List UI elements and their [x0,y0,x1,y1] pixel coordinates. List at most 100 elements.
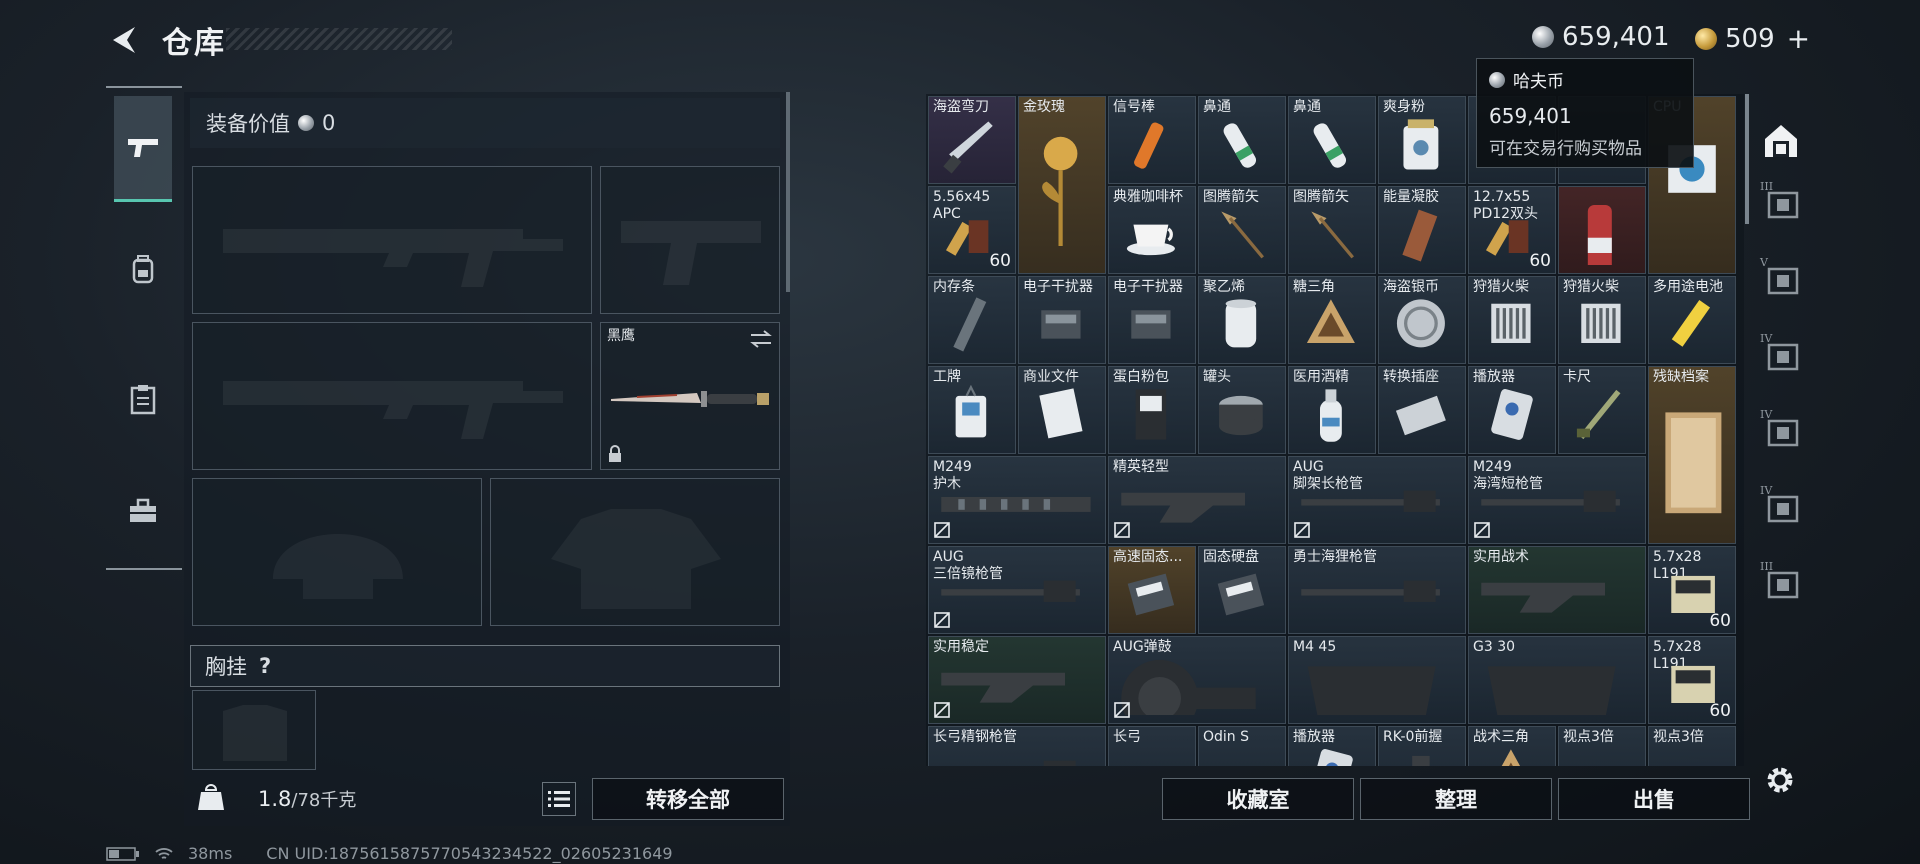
warehouse-item[interactable]: 长弓精钢枪管 [928,726,1106,766]
item-name: 长弓精钢枪管 [933,729,1017,745]
primary-weapon-slot[interactable] [192,166,592,314]
armor-slot[interactable] [490,478,780,626]
collection-room-button[interactable]: 收藏室 [1162,778,1354,820]
warehouse-item[interactable]: 转换插座 [1378,366,1466,454]
warehouse-item[interactable]: G3 30 [1468,636,1646,724]
item-name: 鼻通 [1293,99,1321,115]
arrow-icon [1207,205,1277,269]
warehouse-item[interactable]: 聚乙烯 [1198,276,1286,364]
warehouse-item[interactable]: 鼻通 [1288,96,1376,184]
warehouse-item[interactable]: 12.7x55 PD12双头 60 [1468,186,1556,274]
warehouse-item[interactable]: 残缺档案 [1648,366,1736,544]
rail-tier-tab[interactable]: III [1758,558,1804,604]
gold-currency-display[interactable]: 509 + [1695,22,1810,55]
warehouse-item[interactable]: 医用酒精 [1288,366,1376,454]
warehouse-item[interactable]: Odin S [1198,726,1286,766]
warehouse-item[interactable]: 电子干扰器 [1108,276,1196,364]
melee-weapon-slot[interactable]: 黑鹰 [600,322,780,470]
warehouse-item[interactable]: M4 45 [1288,636,1466,724]
warehouse-item[interactable]: M249 海湾短枪管 [1468,456,1646,544]
warehouse-item[interactable]: 糖三角 [1288,276,1376,364]
back-button[interactable] [104,22,144,58]
rail-helmet-tab[interactable] [114,216,172,322]
swap-icon[interactable] [749,329,773,349]
item-name: Odin S [1203,729,1250,745]
warehouse-item[interactable]: 典雅咖啡杯 [1108,186,1196,274]
rail-armor-tab[interactable] [114,346,172,452]
warehouse-item[interactable]: 工牌 [928,366,1016,454]
transfer-all-button[interactable]: 转移全部 [592,778,784,820]
help-icon[interactable]: ? [259,654,271,678]
warehouse-item[interactable]: AUG弹鼓 [1108,636,1286,724]
matches-icon [1477,295,1547,359]
rail-weapons-tab[interactable] [114,96,172,202]
warehouse-item[interactable]: 多用途电池 [1648,276,1736,364]
haf-coin-icon [298,115,314,131]
warehouse-item[interactable]: 电子干扰器 [1018,276,1106,364]
warehouse-item[interactable]: RK-0前握 [1378,726,1466,766]
item-name: 蛋白粉包 [1113,369,1169,385]
gold-coin-icon [1695,27,1717,50]
warehouse-item[interactable]: 图腾箭矢 [1288,186,1376,274]
warehouse-item[interactable] [1558,186,1646,274]
item-name: 转换插座 [1383,369,1439,385]
helmet-slot[interactable] [192,478,482,626]
haf-currency-display[interactable]: 659,401 [1532,22,1670,52]
warehouse-item[interactable]: AUG 三倍镜枪管 [928,546,1106,634]
warehouse-item[interactable]: 视点3倍 [1648,726,1736,766]
warehouse-item[interactable]: 罐头 [1198,366,1286,454]
warehouse-item[interactable]: 勇士海狸枪管 [1288,546,1466,634]
warehouse-item[interactable]: 实用战术 [1468,546,1646,634]
warehouse-item[interactable]: 图腾箭矢 [1198,186,1286,274]
warehouse-item[interactable]: 固态硬盘 [1198,546,1286,634]
secondary-weapon-slot[interactable] [600,166,780,314]
warehouse-item[interactable]: 鼻通 [1198,96,1286,184]
list-view-button[interactable] [542,782,576,816]
warehouse-item[interactable]: 信号棒 [1108,96,1196,184]
chest-rig-slot[interactable] [192,690,316,770]
warehouse-item[interactable]: 5.7x28 L191 60 [1648,546,1736,634]
warehouse-item[interactable]: 海盗弯刀 [928,96,1016,184]
equipment-scrollbar[interactable] [786,92,790,292]
warehouse-item[interactable]: 内存条 [928,276,1016,364]
add-currency-button[interactable]: + [1787,22,1810,55]
warehouse-item[interactable]: 海盗银币 [1378,276,1466,364]
warehouse-item[interactable]: 爽身粉 [1378,96,1466,184]
warehouse-item[interactable]: 金玫瑰 [1018,96,1106,274]
no-craft-icon [1114,522,1130,538]
rail-tier-tab[interactable]: IV [1758,482,1804,528]
warehouse-item[interactable]: 狩猎火柴 [1468,276,1556,364]
tertiary-weapon-slot[interactable] [192,322,592,470]
warehouse-scrollbar[interactable] [1745,94,1749,224]
warehouse-item[interactable]: 5.56x45 APC 60 [928,186,1016,274]
item-name: 精英轻型 [1113,459,1169,475]
warehouse-item[interactable]: AUG 脚架长枪管 [1288,456,1466,544]
rail-case-tab[interactable] [114,458,172,564]
warehouse-item[interactable]: 卡尺 [1558,366,1646,454]
rail-tier-tab[interactable]: IV [1758,330,1804,376]
sort-button[interactable]: 整理 [1360,778,1552,820]
warehouse-item[interactable]: 商业文件 [1018,366,1106,454]
warehouse-item[interactable]: 实用稳定 [928,636,1106,724]
warehouse-item[interactable]: 高速固态... [1108,546,1196,634]
rail-tier-tab[interactable]: III [1758,178,1804,224]
rail-all-items-tab[interactable] [1758,118,1804,164]
sell-button[interactable]: 出售 [1558,778,1750,820]
warehouse-item[interactable]: 能量凝胶 [1378,186,1466,274]
warehouse-item[interactable]: 播放器 [1468,366,1556,454]
warehouse-item[interactable]: 5.7x28 L191 60 [1648,636,1736,724]
warehouse-item[interactable]: 播放器 [1288,726,1376,766]
warehouse-item[interactable]: 蛋白粉包 [1108,366,1196,454]
item-name: RK-0前握 [1383,729,1443,745]
warehouse-item[interactable]: 战术三角 [1468,726,1556,766]
item-name: 图腾箭矢 [1293,189,1349,205]
settings-button[interactable] [1760,760,1800,800]
item-name: 实用稳定 [933,639,989,655]
warehouse-item[interactable]: M249 护木 [928,456,1106,544]
warehouse-item[interactable]: 长弓 [1108,726,1196,766]
warehouse-item[interactable]: 狩猎火柴 [1558,276,1646,364]
rail-tier-tab[interactable]: IV [1758,406,1804,452]
warehouse-item[interactable]: 视点3倍 [1558,726,1646,766]
warehouse-item[interactable]: 精英轻型 [1108,456,1286,544]
rail-tier-tab[interactable]: V [1758,254,1804,300]
